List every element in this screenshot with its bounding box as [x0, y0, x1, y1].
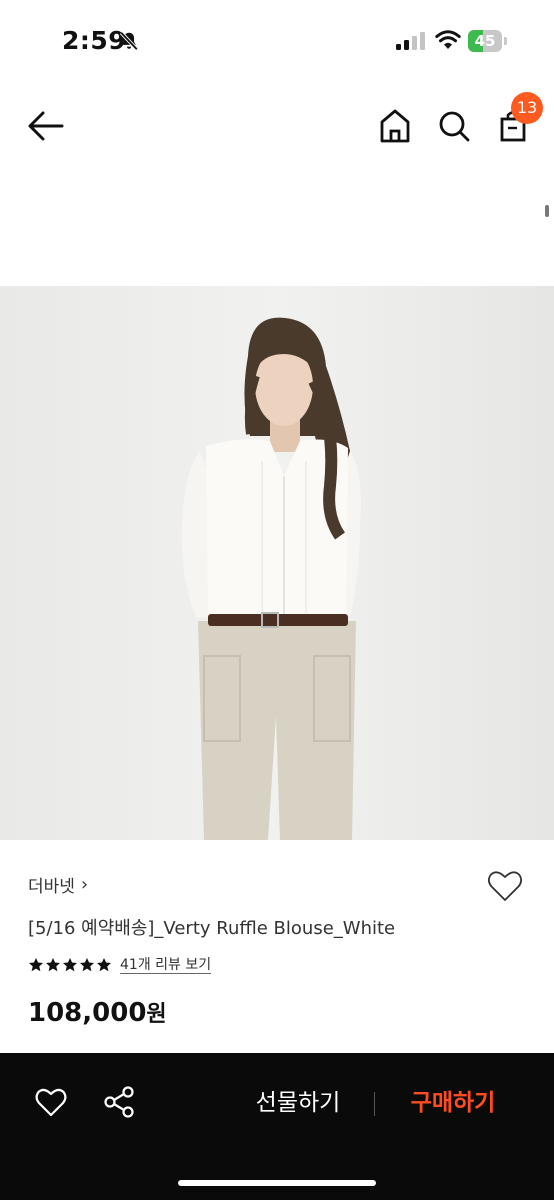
nav-header	[0, 82, 554, 172]
rating-row: 41개 리뷰 보기	[28, 954, 212, 976]
back-arrow-icon[interactable]	[26, 108, 66, 144]
price-value: 108,000	[28, 998, 147, 1028]
wishlist-heart-icon[interactable]	[486, 868, 524, 904]
bell-off-icon	[119, 31, 139, 51]
review-link[interactable]: 41개 리뷰 보기	[120, 957, 212, 974]
star-icon	[63, 958, 77, 972]
home-indicator	[178, 1180, 376, 1186]
star-icon	[80, 958, 94, 972]
chevron-right-icon: ›	[80, 873, 89, 895]
battery-level: 45	[474, 32, 496, 50]
buy-button[interactable]: 구매하기	[396, 1085, 510, 1121]
heart-icon[interactable]	[34, 1086, 68, 1118]
bottom-action-bar: 선물하기 구매하기	[0, 1053, 554, 1200]
brand-link[interactable]: 더바넷 ›	[28, 872, 89, 897]
product-price: 108,000원	[28, 996, 167, 1028]
signal-icon	[396, 32, 425, 50]
battery-icon: 45	[468, 30, 508, 52]
product-image[interactable]	[0, 286, 554, 840]
scroll-indicator	[545, 205, 549, 217]
star-icon	[29, 958, 43, 972]
star-icon	[97, 958, 111, 972]
status-time: 2:59	[62, 26, 127, 55]
cart-count-badge: 13	[511, 92, 543, 124]
product-name: [5/16 예약배송]_Verty Ruffle Blouse_White	[28, 918, 396, 939]
rating-stars	[28, 957, 112, 973]
gift-button[interactable]: 선물하기	[240, 1085, 356, 1121]
model-photo	[0, 286, 554, 840]
status-bar: 2:59 45	[0, 0, 554, 82]
wifi-icon	[435, 30, 461, 49]
star-icon	[46, 958, 60, 972]
price-unit: 원	[146, 1002, 167, 1027]
home-icon[interactable]	[376, 106, 414, 146]
share-icon[interactable]	[102, 1085, 136, 1119]
divider	[374, 1092, 375, 1116]
search-icon[interactable]	[434, 106, 474, 146]
brand-name: 더바넷	[28, 876, 75, 897]
